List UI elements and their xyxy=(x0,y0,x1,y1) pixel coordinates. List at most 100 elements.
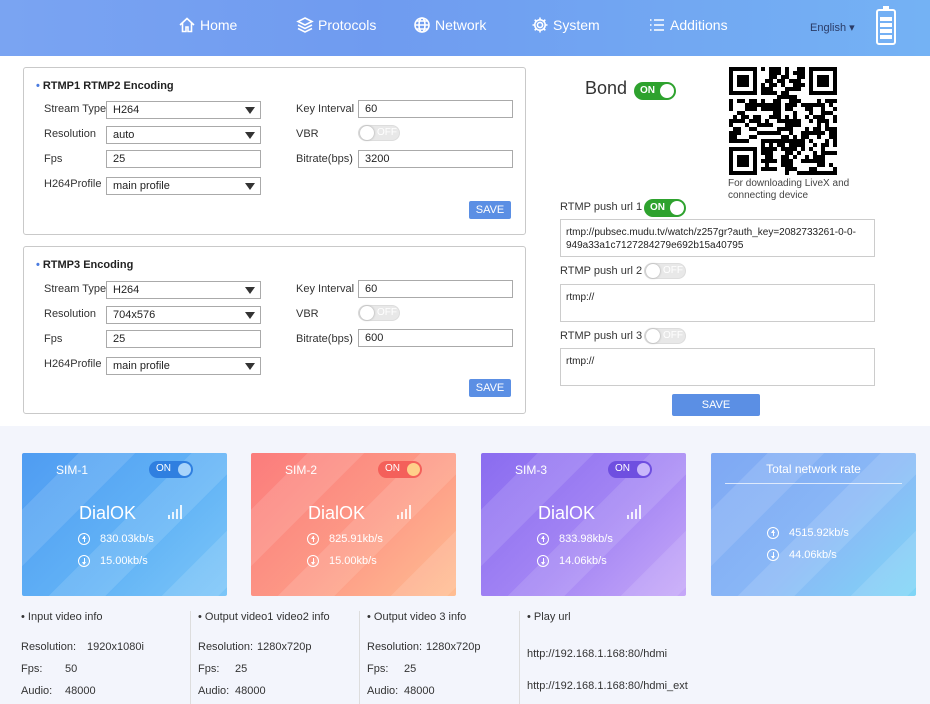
fps-label: Fps xyxy=(44,333,63,345)
sim-status: DialOK xyxy=(79,503,137,523)
profile-select[interactable]: main profile xyxy=(106,357,261,375)
push-url3-input[interactable]: rtmp:// xyxy=(560,348,875,386)
audio-value: 48000 xyxy=(65,685,96,697)
qr-code-image xyxy=(729,67,837,175)
profile-select[interactable]: main profile xyxy=(106,177,261,195)
nav-system[interactable]: System xyxy=(531,14,600,36)
bitrate-input[interactable]: 600 xyxy=(358,329,513,347)
push-url2-input[interactable]: rtmp:// xyxy=(560,284,875,322)
top-nav-bar: Home Protocols Network System Additions … xyxy=(0,0,930,56)
sim2-toggle[interactable]: ON xyxy=(378,461,422,478)
audio-value: 48000 xyxy=(235,685,266,697)
push-url2-label: RTMP push url 2 xyxy=(560,265,643,277)
nav-home-label: Home xyxy=(200,17,238,33)
nav-network[interactable]: Network xyxy=(413,14,486,36)
layers-icon xyxy=(296,17,314,33)
gear-icon xyxy=(532,17,548,33)
sim-name: SIM-1 xyxy=(56,463,89,477)
vbr-label: VBR xyxy=(296,128,319,140)
sim1-card: SIM-1 ON DialOK 830.03kb/s 15.00kb/s xyxy=(22,453,227,596)
download-arrow-icon xyxy=(537,555,549,567)
profile-label: H264Profile xyxy=(44,358,102,370)
list-icon xyxy=(650,19,664,31)
stream-type-label: Stream Type xyxy=(44,283,107,295)
bond-toggle[interactable]: ON xyxy=(634,82,676,100)
resolution-label: Resolution: xyxy=(21,641,77,653)
resolution-label: Resolution xyxy=(44,128,96,140)
key-interval-input[interactable]: 60 xyxy=(358,100,513,118)
globe-icon xyxy=(414,17,430,33)
audio-label: Audio: xyxy=(367,685,399,697)
qr-caption: For downloading LiveX and connecting dev… xyxy=(728,178,850,201)
fps-label: Fps: xyxy=(367,663,389,675)
stream-type-select[interactable]: H264 xyxy=(106,281,261,299)
sim3-toggle[interactable]: ON xyxy=(608,461,652,478)
download-rate: 14.06kb/s xyxy=(537,555,607,567)
total-upload-rate: 4515.92kb/s xyxy=(767,527,849,539)
upload-arrow-icon xyxy=(537,533,549,545)
vbr-toggle[interactable]: OFF xyxy=(358,125,400,141)
upload-rate: 825.91kb/s xyxy=(307,533,383,545)
nav-system-label: System xyxy=(553,17,600,33)
fps-label: Fps: xyxy=(21,663,43,675)
rtmp3-encoding-panel: • RTMP3 Encoding Stream Type H264 Resolut… xyxy=(23,246,526,414)
push-save-button[interactable]: SAVE xyxy=(672,394,760,416)
fps-label: Fps xyxy=(44,153,63,165)
info-title: • Output video 3 info xyxy=(367,611,467,623)
key-interval-label: Key Interval xyxy=(296,283,355,295)
push-url2-toggle[interactable]: OFF xyxy=(644,263,686,279)
panel-title: • RTMP3 Encoding xyxy=(36,259,134,271)
fps-value: 25 xyxy=(404,663,417,675)
total-rate-title: Total network rate xyxy=(766,462,861,476)
save-button[interactable]: SAVE xyxy=(469,379,511,397)
panel-title: • RTMP1 RTMP2 Encoding xyxy=(36,80,174,92)
save-button[interactable]: SAVE xyxy=(469,201,511,219)
nav-additions[interactable]: Additions xyxy=(648,14,728,36)
key-interval-input[interactable]: 60 xyxy=(358,280,513,298)
stream-type-label: Stream Type xyxy=(44,103,107,115)
fps-value: 25 xyxy=(235,663,248,675)
vbr-label: VBR xyxy=(296,308,319,320)
language-select[interactable]: English ▾ xyxy=(810,21,855,34)
signal-icon xyxy=(627,505,641,519)
signal-icon xyxy=(168,505,182,519)
download-rate: 15.00kb/s xyxy=(78,555,148,567)
fps-input[interactable]: 25 xyxy=(106,150,261,168)
upload-arrow-icon xyxy=(307,533,319,545)
play-url-hdmi[interactable]: http://192.168.1.168:80/hdmi xyxy=(527,648,667,660)
nav-network-label: Network xyxy=(435,17,487,33)
upload-rate: 830.03kb/s xyxy=(78,533,154,545)
vbr-toggle[interactable]: OFF xyxy=(358,305,400,321)
push-url1-toggle[interactable]: ON xyxy=(644,199,686,217)
total-download-rate: 44.06kb/s xyxy=(767,549,837,561)
stream-type-select[interactable]: H264 xyxy=(106,101,261,119)
play-url-hdmi-ext[interactable]: http://192.168.1.168:80/hdmi_ext xyxy=(527,680,688,692)
resolution-select[interactable]: auto xyxy=(106,126,261,144)
bitrate-label: Bitrate(bps) xyxy=(296,333,353,345)
resolution-value: 1280x720p xyxy=(257,641,312,653)
bitrate-label: Bitrate(bps) xyxy=(296,153,353,165)
home-icon xyxy=(179,17,195,33)
info-title: • Input video info xyxy=(21,611,103,623)
nav-protocols[interactable]: Protocols xyxy=(296,14,376,36)
push-url1-input[interactable]: rtmp://pubsec.mudu.tv/watch/z257gr?auth_… xyxy=(560,219,875,257)
total-rate-card: Total network rate 4515.92kb/s 44.06kb/s xyxy=(711,453,916,596)
resolution-label: Resolution xyxy=(44,308,96,320)
sim1-toggle[interactable]: ON xyxy=(149,461,193,478)
nav-protocols-label: Protocols xyxy=(318,17,377,33)
upload-arrow-icon xyxy=(78,533,90,545)
profile-label: H264Profile xyxy=(44,178,102,190)
audio-label: Audio: xyxy=(198,685,230,697)
fps-value: 50 xyxy=(65,663,78,675)
fps-input[interactable]: 25 xyxy=(106,330,261,348)
resolution-label: Resolution: xyxy=(198,641,254,653)
resolution-value: 1920x1080i xyxy=(87,641,144,653)
push-url3-toggle[interactable]: OFF xyxy=(644,328,686,344)
audio-label: Audio: xyxy=(21,685,53,697)
sim-status: DialOK xyxy=(538,503,596,523)
bond-label: Bond xyxy=(585,78,628,98)
resolution-label: Resolution: xyxy=(367,641,423,653)
resolution-select[interactable]: 704x576 xyxy=(106,306,261,324)
nav-home[interactable]: Home xyxy=(178,14,237,36)
bitrate-input[interactable]: 3200 xyxy=(358,150,513,168)
